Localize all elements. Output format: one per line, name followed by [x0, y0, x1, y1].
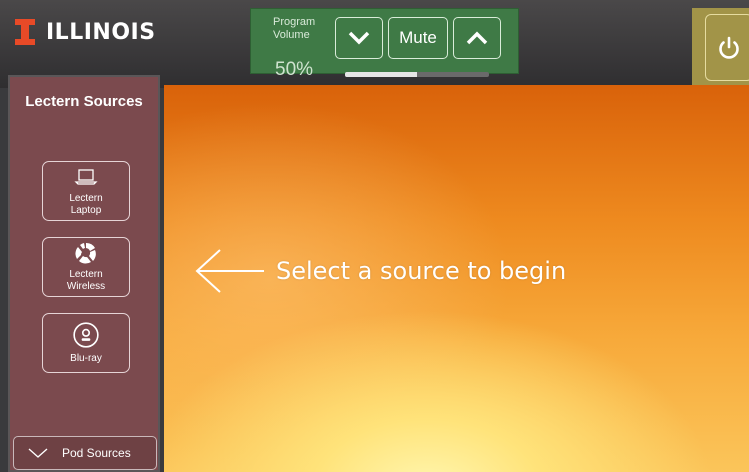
- volume-up-button[interactable]: [453, 17, 501, 59]
- source-lectern-wireless-button[interactable]: Lectern Wireless: [42, 237, 130, 297]
- volume-down-button[interactable]: [335, 17, 383, 59]
- chevron-down-icon: [28, 448, 48, 458]
- power-panel: [692, 8, 749, 88]
- volume-slider[interactable]: [345, 72, 489, 77]
- program-volume-panel: Program Volume Mute 50%: [250, 8, 519, 80]
- power-button[interactable]: [705, 14, 749, 81]
- volume-level-fill: [345, 72, 417, 77]
- mute-button[interactable]: Mute: [388, 17, 448, 59]
- wireless-icon: [75, 242, 96, 264]
- pod-sources-label: Pod Sources: [62, 446, 131, 460]
- sidebar-title: Lectern Sources: [25, 93, 143, 110]
- select-source-message: Select a source to begin: [276, 257, 567, 285]
- disc-icon: [73, 322, 99, 348]
- source-bluray-button[interactable]: Blu-ray: [42, 313, 130, 373]
- chevron-up-icon: [466, 31, 488, 45]
- volume-label: Program Volume: [273, 16, 316, 41]
- main-display-area: Select a source to begin: [164, 85, 749, 472]
- power-icon: [719, 36, 739, 59]
- source-lectern-laptop-button[interactable]: Lectern Laptop: [42, 161, 130, 221]
- arrow-left-icon: [195, 249, 264, 293]
- pod-sources-button[interactable]: Pod Sources: [13, 436, 157, 470]
- illinois-logo: ILLINOIS: [14, 17, 156, 47]
- block-i-icon: [15, 19, 35, 45]
- select-source-prompt: Select a source to begin: [194, 247, 566, 295]
- chevron-down-icon: [348, 31, 370, 45]
- volume-percent: 50%: [275, 59, 314, 80]
- laptop-icon: [74, 169, 98, 185]
- brand-text: ILLINOIS: [46, 19, 156, 45]
- lectern-sources-sidebar: Lectern Sources Lectern Laptop Lectern W…: [8, 75, 160, 472]
